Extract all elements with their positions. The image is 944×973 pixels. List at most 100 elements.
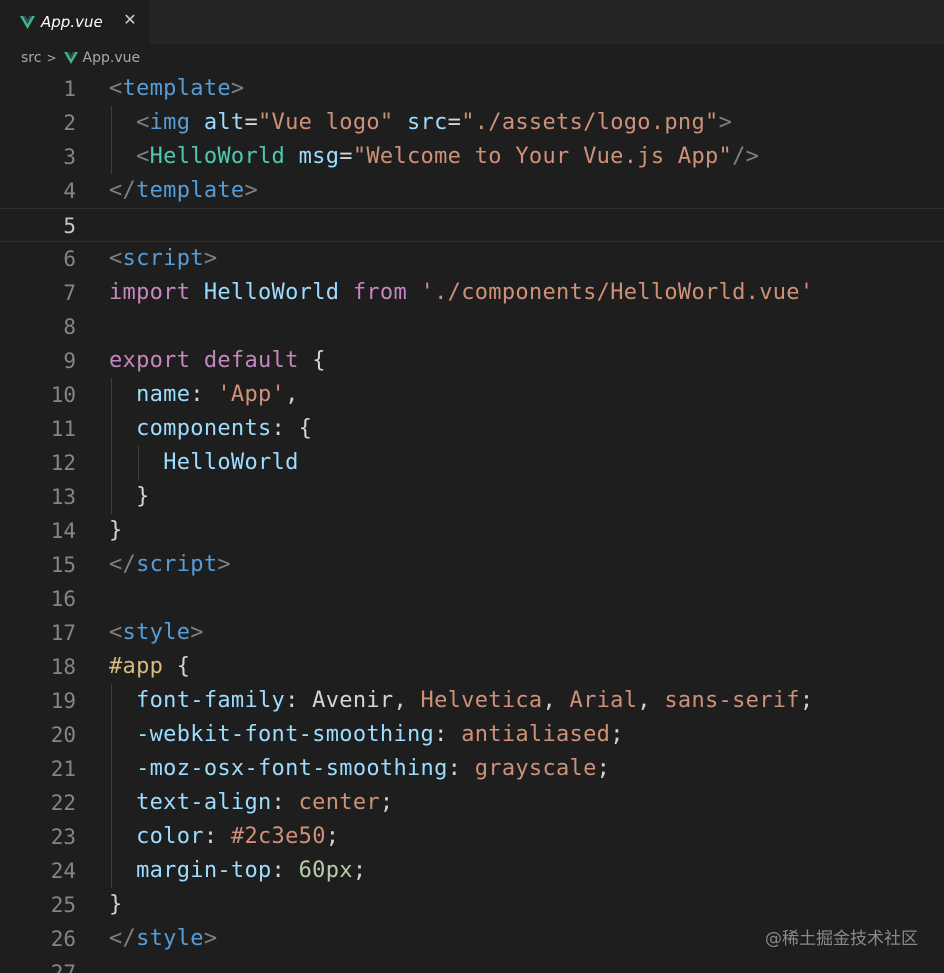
code-token: , — [637, 688, 665, 713]
code-text[interactable]: color: #2c3e50; — [109, 820, 339, 854]
code-text[interactable]: </template> — [109, 174, 258, 208]
code-line[interactable]: 20 -webkit-font-smoothing: antialiased; — [0, 718, 944, 752]
code-text[interactable]: HelloWorld — [109, 446, 299, 480]
code-line[interactable]: 4 </template> — [0, 174, 944, 208]
code-text[interactable]: <style> — [109, 616, 204, 650]
code-line[interactable]: 1 <template> — [0, 72, 944, 106]
code-token: #2c3e50 — [230, 824, 326, 849]
code-text[interactable]: <HelloWorld msg="Welcome to Your Vue.js … — [109, 140, 759, 174]
close-icon[interactable]: ✕ — [122, 12, 138, 28]
code-token: './components/HelloWorld.vue' — [420, 280, 814, 305]
code-token: font-family — [136, 688, 286, 713]
line-number: 21 — [50, 757, 76, 781]
line-number: 1 — [63, 77, 76, 101]
code-text[interactable]: export default { — [109, 344, 326, 378]
code-text[interactable]: -webkit-font-smoothing: antialiased; — [109, 718, 624, 752]
code-line[interactable]: 2 <img alt="Vue logo" src="./assets/logo… — [0, 106, 944, 140]
code-line[interactable]: 25} — [0, 888, 944, 922]
line-number: 16 — [50, 587, 76, 611]
code-token: antialiased — [461, 722, 611, 747]
line-number: 19 — [50, 689, 76, 713]
code-token: export — [109, 348, 191, 373]
code-token: 'App' — [217, 382, 286, 407]
code-line[interactable]: 16 — [0, 582, 944, 616]
code-line[interactable]: 27 — [0, 956, 944, 973]
code-text[interactable]: } — [109, 514, 123, 548]
code-text[interactable]: } — [109, 888, 123, 922]
code-line[interactable]: 21 -moz-osx-font-smoothing: grayscale; — [0, 752, 944, 786]
code-line[interactable]: 18 #app { — [0, 650, 944, 684]
code-line[interactable]: 15 </script> — [0, 548, 944, 582]
code-text[interactable]: name: 'App', — [109, 378, 299, 412]
code-token: template — [136, 178, 245, 203]
code-token: from — [352, 280, 408, 305]
tab-label: App.vue — [41, 13, 103, 31]
code-line[interactable]: 7 import HelloWorld from './components/He… — [0, 276, 944, 310]
line-number: 17 — [50, 621, 76, 645]
code-line[interactable]: 19 font-family: Avenir, Helvetica, Arial… — [0, 684, 944, 718]
code-text[interactable]: font-family: Avenir, Helvetica, Arial, s… — [109, 684, 813, 718]
code-line[interactable]: 6 <script> — [0, 242, 944, 276]
code-text[interactable]: <template> — [109, 72, 244, 106]
line-number: 13 — [50, 485, 76, 509]
code-line[interactable]: 24 margin-top: 60px; — [0, 854, 944, 888]
code-line[interactable]: 3 <HelloWorld msg="Welcome to Your Vue.j… — [0, 140, 944, 174]
code-text[interactable]: margin-top: 60px; — [109, 854, 366, 888]
code-token: , — [285, 382, 299, 407]
line-number: 12 — [50, 451, 76, 475]
code-line[interactable]: 17 <style> — [0, 616, 944, 650]
vue-icon — [63, 52, 78, 64]
code-line[interactable]: 14} — [0, 514, 944, 548]
code-token: : — [190, 382, 218, 407]
code-line[interactable]: 22 text-align: center; — [0, 786, 944, 820]
code-text[interactable]: <script> — [109, 242, 217, 276]
code-line[interactable]: 5 — [0, 208, 944, 242]
code-line[interactable]: 9 export default { — [0, 344, 944, 378]
code-token: script — [136, 552, 218, 577]
code-text[interactable]: <img alt="Vue logo" src="./assets/logo.p… — [109, 106, 732, 140]
code-line[interactable]: 11 components: { — [0, 412, 944, 446]
code-text[interactable]: components: { — [109, 412, 312, 446]
code-text[interactable]: import HelloWorld from './components/Hel… — [109, 276, 813, 310]
tab-app-vue[interactable]: App.vue ✕ — [0, 0, 150, 44]
code-token: ; — [325, 824, 340, 849]
code-token: </ — [109, 178, 137, 203]
code-token: ; — [610, 722, 624, 747]
code-text[interactable]: -moz-osx-font-smoothing: grayscale; — [109, 752, 610, 786]
code-line[interactable]: 12 HelloWorld — [0, 446, 944, 480]
code-token: msg — [298, 144, 340, 169]
code-token: center — [298, 790, 380, 815]
code-token: Helvetica — [420, 688, 543, 713]
line-number: 8 — [63, 315, 76, 339]
code-token: "Vue logo" — [258, 110, 394, 135]
code-line[interactable]: 23 color: #2c3e50; — [0, 820, 944, 854]
line-number: 22 — [50, 791, 76, 815]
code-text[interactable]: </script> — [109, 548, 231, 582]
code-line[interactable]: 8 — [0, 310, 944, 344]
code-token: text-align — [136, 790, 272, 815]
code-line[interactable]: 10 name: 'App', — [0, 378, 944, 412]
code-text[interactable]: #app { — [109, 650, 190, 684]
code-text[interactable]: </style> — [109, 922, 217, 956]
code-token: } — [109, 484, 150, 509]
code-text[interactable]: text-align: center; — [109, 786, 393, 820]
code-token: > — [217, 552, 231, 577]
line-number: 2 — [63, 111, 76, 135]
code-token: HelloWorld — [163, 450, 299, 475]
code-editor[interactable]: 1 <template> 2 <img alt="Vue logo" src="./… — [0, 72, 944, 973]
code-line[interactable]: 13 } — [0, 480, 944, 514]
code-token: = — [339, 144, 353, 169]
breadcrumb-folder[interactable]: src — [21, 50, 41, 66]
code-text[interactable]: } — [109, 480, 150, 514]
code-token: style — [122, 620, 191, 645]
breadcrumb-file[interactable]: App.vue — [83, 50, 141, 66]
code-token: > — [190, 620, 204, 645]
